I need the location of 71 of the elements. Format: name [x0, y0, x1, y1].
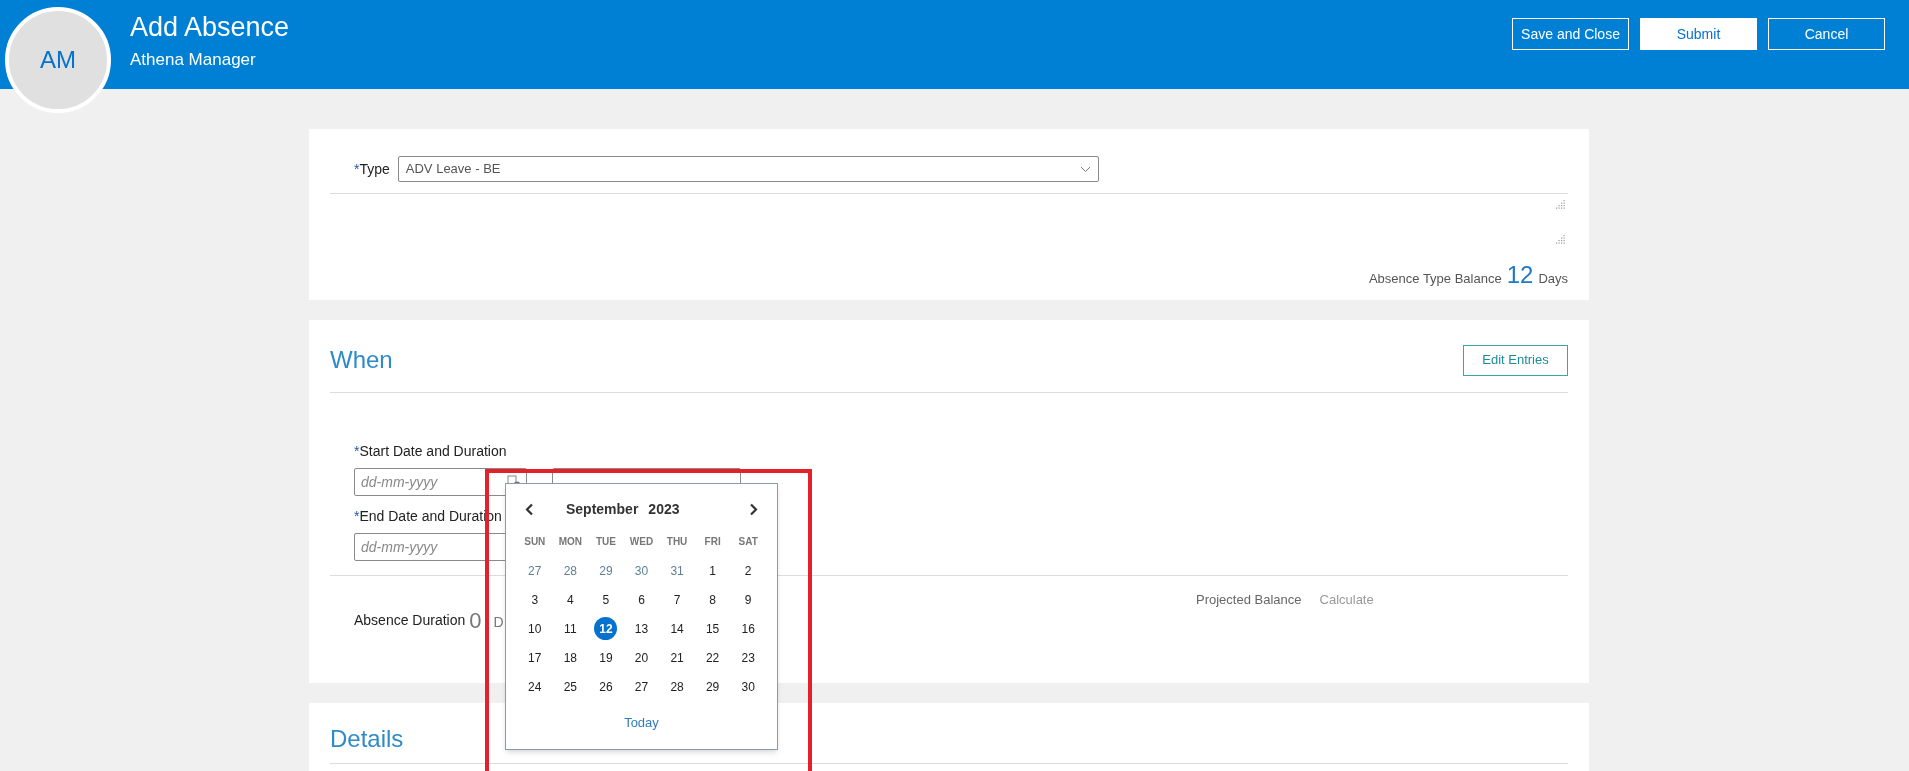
calendar-day[interactable]: 2 [736, 559, 760, 582]
balance-label: Absence Type Balance [1368, 270, 1502, 288]
weekday-label: FRI [703, 535, 722, 549]
calendar-day[interactable]: 15 [701, 617, 725, 640]
type-select[interactable]: ADV Leave - BE [397, 156, 1099, 182]
calendar-day[interactable]: 22 [701, 646, 725, 669]
calendar-day[interactable]: 21 [665, 646, 689, 669]
calendar-day[interactable]: 4 [558, 588, 582, 611]
calendar-day[interactable]: 17 [523, 646, 547, 669]
resize-grip-icon [1556, 200, 1566, 210]
year-label: 2023 [648, 500, 680, 519]
header-button[interactable]: Cancel [1768, 18, 1885, 50]
calendar-day[interactable]: 26 [594, 675, 618, 698]
required-marker: * [354, 442, 360, 461]
calendar-day[interactable]: 25 [558, 675, 582, 698]
chevron-right-icon[interactable] [749, 503, 758, 516]
calendar-day[interactable]: 13 [630, 617, 653, 640]
duration-unit: D [493, 613, 504, 632]
calendar-day[interactable]: 28 [665, 675, 689, 698]
header-button[interactable]: Submit [1640, 18, 1757, 50]
calendar-day[interactable]: 24 [523, 675, 547, 698]
calendar-day[interactable]: 11 [558, 617, 582, 640]
duration-value: 0 [469, 607, 482, 635]
calendar-day[interactable]: 9 [736, 588, 760, 611]
field-label: Absence Duration [354, 611, 466, 630]
resize-grip-icon [1556, 235, 1566, 245]
page-title: Add Absence [130, 11, 290, 44]
calendar-day[interactable]: 16 [736, 617, 760, 640]
balance-unit: Days [1538, 270, 1568, 288]
weekday-label: THU [665, 535, 689, 549]
section-heading: Details [330, 724, 404, 754]
header-button[interactable]: Save and Close [1512, 18, 1629, 50]
field-label: Type [359, 159, 390, 179]
user-name: Athena Manager [130, 49, 257, 71]
calendar-day[interactable]: 31 [665, 559, 689, 582]
section-heading: When [330, 345, 393, 375]
calendar-day[interactable]: 27 [630, 675, 653, 698]
calendar-day[interactable]: 18 [558, 646, 582, 669]
calendar-day[interactable]: 23 [736, 646, 760, 669]
edit-entries-button[interactable]: Edit Entries [1463, 344, 1568, 376]
calendar-day[interactable]: 7 [665, 588, 689, 611]
required-marker: * [354, 507, 360, 526]
weekday-label: MON [557, 535, 583, 549]
calendar-day[interactable]: 28 [558, 559, 582, 582]
calendar-day[interactable]: 1 [701, 559, 725, 582]
calendar-day[interactable]: 30 [630, 559, 653, 582]
projected-balance-label: Projected Balance [1196, 591, 1302, 609]
calendar-day[interactable]: 10 [523, 617, 547, 640]
weekday-label: SAT [737, 535, 759, 549]
calendar-day[interactable]: 27 [523, 559, 547, 582]
calendar-day[interactable]: 12 [594, 617, 618, 640]
today-link[interactable]: Today [624, 713, 659, 733]
calendar-day[interactable]: 8 [701, 588, 725, 611]
weekday-label: TUE [594, 535, 617, 549]
start-date-field[interactable]: dd-mm-yyyy [354, 468, 527, 496]
calendar-day[interactable]: 14 [665, 617, 689, 640]
calendar-day[interactable]: 5 [594, 588, 618, 611]
required-marker: * [354, 159, 360, 179]
month-label: September [566, 500, 639, 519]
balance-value: 12 [1506, 263, 1534, 287]
calendar-day[interactable]: 3 [523, 588, 547, 611]
calendar-day[interactable]: 29 [701, 675, 725, 698]
field-label: Start Date and Duration [359, 442, 507, 461]
chevron-left-icon[interactable] [525, 503, 534, 516]
chevron-down-icon [1079, 165, 1091, 173]
calendar-day[interactable]: 6 [630, 588, 653, 611]
weekday-label: WED [628, 535, 655, 549]
calendar-day[interactable]: 19 [594, 646, 618, 669]
calendar-day[interactable]: 29 [594, 559, 618, 582]
calendar-day[interactable]: 30 [736, 675, 760, 698]
calendar-day[interactable]: 20 [630, 646, 653, 669]
